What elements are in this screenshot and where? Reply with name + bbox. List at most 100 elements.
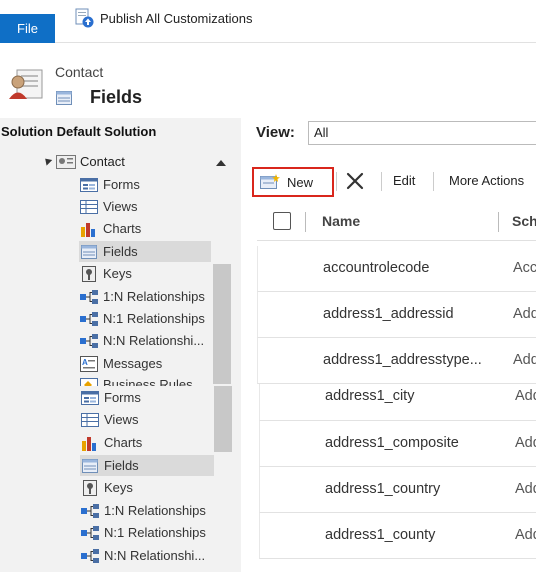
views-icon [80,412,100,428]
select-all-checkbox[interactable] [273,212,291,230]
column-header-schema[interactable]: Sch [512,213,536,229]
fields-icon [79,244,99,260]
schema-name-cell: Acc [513,260,536,276]
field-name-cell[interactable]: address1_county [325,527,435,543]
relationship-icon [79,289,99,305]
view-label: View: [256,124,295,141]
field-name-cell[interactable]: address1_addresstype... [323,352,482,368]
fields-icon [56,91,72,105]
schema-name-cell: Add [513,352,536,368]
column-header-name[interactable]: Name [322,213,360,229]
nav-item-label: Charts [104,435,143,450]
new-button-label: New [287,174,314,190]
nav-item-forms[interactable]: Forms [79,174,211,195]
table-row[interactable]: address1_addresstype... Add [257,338,536,384]
fields-icon [80,458,100,474]
field-name-cell[interactable]: address1_addressid [323,306,454,322]
nav-item-keys[interactable]: Keys [80,477,214,498]
table-row[interactable]: accountrolecode Acc [257,246,536,292]
nav-item-label: 1:N Relationships [103,289,205,304]
nav-item-n-n-relationshi[interactable]: N:N Relationshi... [79,330,211,351]
nav-item-label: Fields [103,244,138,259]
views-icon [79,199,99,215]
nav-scrollbar-thumb-lower[interactable] [214,386,232,452]
nav-item-label: Business Rules [103,377,193,386]
nav-item-label: Keys [104,480,133,495]
relationship-icon [80,548,100,564]
tree-expand-icon[interactable] [42,155,53,166]
toolbar-separator [433,172,434,191]
messages-icon: A [79,355,99,372]
table-row[interactable]: address1_city Add [259,384,536,421]
grid-header: Name Sch [257,203,536,241]
field-name-cell[interactable]: address1_city [325,388,414,404]
nav-item-label: Keys [103,266,132,281]
nav-item-label: N:N Relationshi... [104,548,206,563]
business-rules-icon [79,377,99,386]
nav-item-fields[interactable]: Fields [79,241,211,262]
nav-item-views[interactable]: Views [80,409,214,430]
schema-name-cell: Add [515,388,536,404]
nav-item-label: N:1 Relationships [103,311,205,326]
nav-item-messages[interactable]: A Messages [79,353,211,374]
nav-item-label: Views [103,199,138,214]
nav-item-charts[interactable]: Charts [80,432,214,453]
delete-icon[interactable] [345,171,365,191]
new-field-icon [260,174,280,190]
nav-item-label: Charts [103,221,142,236]
file-tab[interactable]: File [0,14,55,43]
nav-item-charts[interactable]: Charts [79,218,211,239]
publish-icon [74,8,94,28]
page-title: Fields [90,87,143,107]
nav-item-keys[interactable]: Keys [79,263,211,284]
edit-button[interactable]: Edit [393,173,415,188]
contact-entity-icon [9,69,44,101]
table-row[interactable]: address1_county Add [259,513,536,559]
nav-item-label: Fields [104,458,139,473]
new-button[interactable]: New [252,167,334,197]
field-name-cell[interactable]: address1_composite [325,435,459,451]
table-row[interactable]: address1_composite Add [259,421,536,467]
relationship-icon [79,311,99,327]
nav-item-1-n-relationships[interactable]: 1:N Relationships [80,500,214,521]
grid-toolbar: New Edit More Actions [241,163,536,199]
nav-item-forms[interactable]: Forms [80,387,214,408]
entity-name: Contact [55,64,104,80]
nav-item-n-1-relationships[interactable]: N:1 Relationships [80,522,214,543]
view-selector[interactable]: All [308,121,536,145]
field-name-cell[interactable]: address1_country [325,481,440,497]
column-separator[interactable] [498,212,499,232]
collapse-arrow-icon[interactable] [216,160,226,166]
solution-navigation: Solution Default Solution Contact Forms V… [0,118,241,572]
nav-item-label: Messages [103,356,163,371]
relationship-icon [80,503,100,519]
nav-item-n-1-relationships[interactable]: N:1 Relationships [79,308,211,329]
schema-name-cell: Add [515,435,536,451]
nav-item-1-n-relationships[interactable]: 1:N Relationships [79,286,211,307]
relationship-icon [80,525,100,541]
charts-icon [80,435,100,451]
nav-item-label: Views [104,412,139,427]
nav-item-business-rules[interactable]: Business Rules [79,377,211,386]
svg-text:A: A [82,358,88,367]
more-actions-button[interactable]: More Actions [449,173,524,188]
tree-node-contact[interactable]: Contact [80,154,125,169]
schema-name-cell: Add [515,527,536,543]
toolbar-separator [336,172,337,191]
table-row[interactable]: address1_addressid Add [257,292,536,338]
contact-node-icon [56,155,76,169]
nav-scrollbar-thumb[interactable] [213,264,231,384]
forms-icon [80,390,100,406]
column-separator[interactable] [305,212,306,232]
relationship-icon [79,333,99,349]
nav-item-n-n-relationshi[interactable]: N:N Relationshi... [80,545,214,566]
field-name-cell[interactable]: accountrolecode [323,260,429,276]
table-row[interactable]: address1_country Add [259,467,536,513]
publish-all-customizations-button[interactable]: Publish All Customizations [74,8,252,28]
nav-item-views[interactable]: Views [79,196,211,217]
nav-item-fields[interactable]: Fields [80,455,214,476]
forms-icon [79,177,99,193]
nav-item-label: N:N Relationshi... [103,333,205,348]
toolbar-separator [381,172,382,191]
nav-item-label: 1:N Relationships [104,503,206,518]
